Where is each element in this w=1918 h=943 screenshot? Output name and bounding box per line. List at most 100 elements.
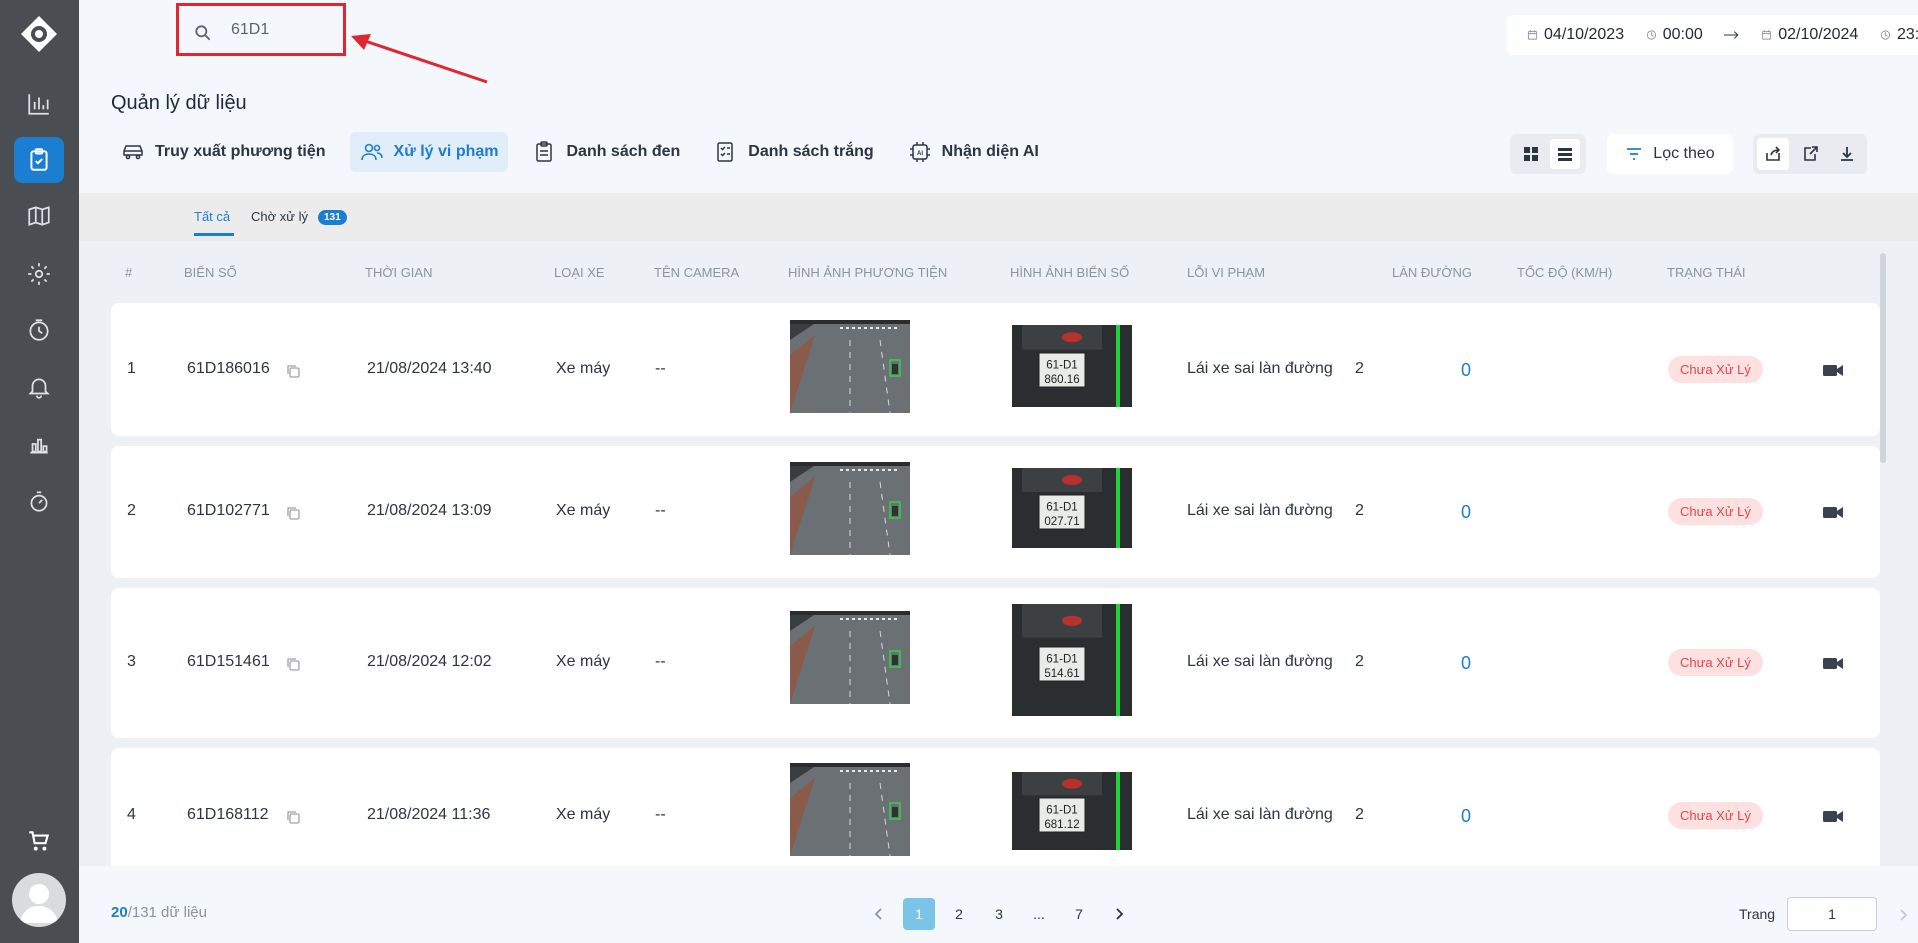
app-logo-icon[interactable] <box>19 14 59 54</box>
page-3[interactable]: 3 <box>983 898 1015 930</box>
copy-icon[interactable] <box>285 656 301 672</box>
license-plate-image[interactable]: 61-D1 860.16 <box>1012 325 1132 407</box>
table-row[interactable]: 3 61D151461 21/08/2024 12:02 Xe máy -- 61-D1 5… <box>111 588 1880 738</box>
date-range-picker[interactable]: 04/10/2023 00:00 02/10/2024 23:59 <box>1507 15 1918 55</box>
copy-icon[interactable] <box>285 363 301 379</box>
table-scrollbar[interactable] <box>1880 253 1886 463</box>
table-row[interactable]: 2 61D102771 21/08/2024 13:09 Xe máy -- 61-D1 0… <box>111 446 1880 578</box>
subtab-active-indicator <box>194 233 234 236</box>
share-icon[interactable] <box>1757 138 1790 170</box>
subtab-all[interactable]: Tất cả <box>194 209 230 224</box>
table-row[interactable]: 4 61D168112 21/08/2024 11:36 Xe máy -- 61-D1 6… <box>111 748 1880 866</box>
timestamp: 21/08/2024 13:40 <box>367 359 492 377</box>
subtab-pending[interactable]: Chờ xử lý 131 <box>251 209 347 226</box>
lane-number: 2 <box>1355 502 1364 519</box>
nav-map-icon[interactable] <box>14 193 64 239</box>
nav-data-management-icon[interactable] <box>14 137 64 183</box>
page-2[interactable]: 2 <box>943 898 975 930</box>
checklist-icon <box>717 142 734 162</box>
timestamp: 21/08/2024 12:02 <box>367 653 492 670</box>
header-violation: LỖI VI PHẠM <box>1187 265 1266 280</box>
start-date: 04/10/2023 <box>1544 26 1625 43</box>
row-index: 4 <box>127 805 136 823</box>
page-number-input[interactable] <box>1787 897 1877 931</box>
nav-cart-icon[interactable] <box>14 818 64 864</box>
next-page-icon[interactable] <box>1103 898 1135 930</box>
nav-dashboard-icon[interactable] <box>14 81 64 127</box>
record-count-suffix: dữ liệu <box>156 904 207 921</box>
download-icon[interactable] <box>1831 138 1863 170</box>
header-plate-image: HÌNH ẢNH BIỂN SỐ <box>1010 265 1130 280</box>
plate-image-text-bottom: 681.12 <box>1044 819 1079 831</box>
license-plate-image[interactable]: 61-D1 514.61 <box>1012 604 1132 716</box>
tab-whitelist[interactable]: Danh sách trắng <box>704 132 883 172</box>
row-index: 3 <box>127 653 136 670</box>
vehicle-type: Xe máy <box>556 653 611 670</box>
nav-notification-bell-icon[interactable] <box>14 364 64 410</box>
copy-icon[interactable] <box>285 505 301 521</box>
search-box[interactable] <box>176 3 346 56</box>
speed-value: 0 <box>1461 653 1472 673</box>
search-input[interactable] <box>231 18 331 42</box>
tab-blacklist[interactable]: Danh sách đen <box>522 132 690 172</box>
status-badge: Chưa Xử Lý <box>1668 355 1763 383</box>
tab-label: Truy xuất phương tiện <box>155 143 326 160</box>
nav-settings-icon[interactable] <box>14 251 64 297</box>
vehicle-type: Xe máy <box>556 805 611 823</box>
license-plate-image[interactable]: 61-D1 681.12 <box>1012 772 1132 850</box>
violation-type: Lái xe sai làn đường <box>1187 502 1333 519</box>
vehicle-type: Xe máy <box>556 359 611 377</box>
vehicle-image[interactable] <box>790 611 910 704</box>
users-icon <box>360 143 383 161</box>
video-camera-icon[interactable] <box>1822 652 1844 674</box>
export-actions <box>1753 134 1867 174</box>
page-label: Trang <box>1739 906 1776 922</box>
header-vehicle-type: LOẠI XE <box>554 265 605 280</box>
car-icon <box>123 145 143 160</box>
camera-name: -- <box>655 805 666 823</box>
page-title: Quản lý dữ liệu <box>111 92 247 114</box>
page-1[interactable]: 1 <box>903 898 935 930</box>
search-icon <box>195 25 211 41</box>
video-camera-icon[interactable] <box>1822 805 1844 827</box>
export-icon[interactable] <box>1794 138 1826 170</box>
violation-type: Lái xe sai làn đường <box>1187 805 1333 823</box>
table-row[interactable]: 1 61D186016 21/08/2024 13:40 Xe máy -- 61-D1 8… <box>111 303 1880 436</box>
copy-icon[interactable] <box>285 809 301 825</box>
page-7[interactable]: 7 <box>1063 898 1095 930</box>
vehicle-image[interactable] <box>790 462 910 555</box>
user-avatar-icon[interactable] <box>12 873 66 927</box>
lane-number: 2 <box>1355 805 1364 823</box>
go-next-page-icon[interactable] <box>1887 899 1918 931</box>
tab-ai-recognition[interactable]: AI Nhận diện AI <box>898 132 1049 172</box>
nav-reports-icon[interactable] <box>14 421 64 467</box>
tab-vehicle-lookup[interactable]: Truy xuất phương tiện <box>111 132 336 172</box>
row-index: 1 <box>127 359 136 377</box>
list-view-icon[interactable] <box>1550 139 1580 169</box>
prev-page-icon[interactable] <box>863 898 895 930</box>
row-index: 2 <box>127 502 136 519</box>
calendar-icon <box>1527 30 1538 40</box>
filter-icon <box>1627 148 1642 160</box>
video-camera-icon[interactable] <box>1822 359 1844 381</box>
vehicle-image[interactable] <box>790 320 910 413</box>
vehicle-image[interactable] <box>790 763 910 856</box>
header-time: THỜI GIAN <box>365 265 433 280</box>
page-ellipsis[interactable]: ... <box>1023 898 1055 930</box>
filter-button[interactable]: Lọc theo <box>1607 134 1733 174</box>
grid-view-icon[interactable] <box>1516 139 1546 169</box>
tab-label: Danh sách trắng <box>748 143 874 160</box>
license-plate-image[interactable]: 61-D1 027.71 <box>1012 468 1132 548</box>
violation-type: Lái xe sai làn đường <box>1187 653 1333 670</box>
svg-text:AI: AI <box>917 151 923 157</box>
plate-image-text-top: 61-D1 <box>1046 501 1077 513</box>
header-vehicle-image: HÌNH ẢNH PHƯƠNG TIỆN <box>788 265 948 280</box>
tab-violation-processing[interactable]: Xử lý vi phạm <box>349 132 509 172</box>
nav-history-icon[interactable] <box>14 307 64 353</box>
tab-label: Nhận diện AI <box>941 143 1039 160</box>
calendar-icon <box>1762 30 1772 40</box>
nav-speed-icon[interactable] <box>14 478 64 524</box>
annotation-arrow-icon <box>351 34 488 84</box>
table-header: # BIỂN SỐ THỜI GIAN LOẠI XE TÊN CAMERA H… <box>79 261 1918 285</box>
video-camera-icon[interactable] <box>1822 501 1844 523</box>
